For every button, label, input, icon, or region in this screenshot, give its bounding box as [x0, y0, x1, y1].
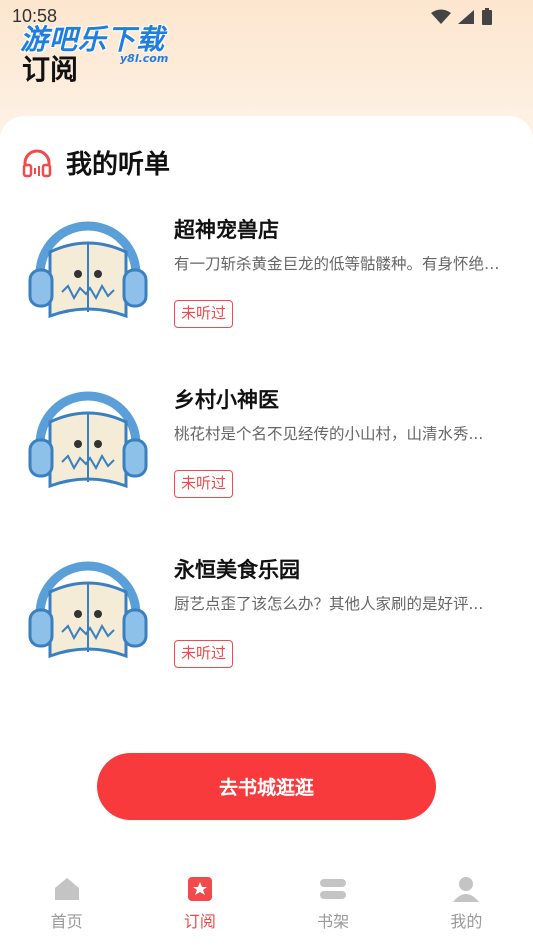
audiobook-cover-icon — [28, 391, 148, 489]
audiobook-cover-icon — [28, 221, 148, 319]
book-item[interactable]: 超神宠兽店 有一刀斩杀黄金巨龙的低等骷髅种。有身怀绝技的... 未听过 — [0, 212, 533, 362]
book-item[interactable]: 永恒美食乐园 厨艺点歪了该怎么办？其他人家刷的是好评... 未听过 — [0, 552, 533, 702]
watermark-url: y8l.com — [120, 52, 169, 65]
book-item[interactable]: 乡村小神医 桃花村是个名不见经传的小山村，山清水秀... 未听过 — [0, 382, 533, 532]
status-icons — [431, 8, 493, 26]
tab-label: 首页 — [50, 912, 83, 931]
book-title: 乡村小神医 — [174, 388, 279, 412]
book-description: 厨艺点歪了该怎么办？其他人家刷的是好评... — [174, 595, 484, 613]
battery-icon — [482, 8, 492, 25]
bottom-tab-bar: 首页 订阅 书架 我的 — [0, 866, 533, 948]
tab-label: 书架 — [317, 912, 350, 931]
tab-subscribe[interactable]: 订阅 — [133, 866, 266, 948]
home-icon — [54, 878, 79, 900]
tab-mine[interactable]: 我的 — [400, 866, 533, 948]
signal-icon — [458, 10, 474, 24]
section-header: 我的听单 — [22, 144, 170, 181]
user-icon — [453, 877, 480, 902]
tab-label: 订阅 — [183, 912, 216, 931]
book-title: 永恒美食乐园 — [174, 558, 300, 582]
headphones-icon — [22, 149, 52, 177]
audiobook-cover-icon — [28, 561, 148, 659]
book-title: 超神宠兽店 — [174, 218, 279, 242]
tab-home[interactable]: 首页 — [0, 866, 133, 948]
page-title: 订阅 — [22, 53, 79, 86]
tab-bookshelf[interactable]: 书架 — [267, 866, 400, 948]
bookmark-icon — [187, 877, 212, 901]
tab-label: 我的 — [450, 912, 483, 931]
book-description: 有一刀斩杀黄金巨龙的低等骷髅种。有身怀绝技的... — [174, 255, 514, 273]
go-to-bookstore-button[interactable]: 去书城逛逛 — [97, 753, 436, 820]
status-badge: 未听过 — [174, 300, 234, 328]
section-title: 我的听单 — [66, 150, 171, 180]
status-badge: 未听过 — [174, 470, 234, 498]
bookshelf-icon — [320, 879, 347, 899]
status-badge: 未听过 — [174, 640, 234, 668]
book-description: 桃花村是个名不见经传的小山村，山清水秀... — [174, 425, 484, 443]
wifi-icon — [431, 9, 451, 24]
